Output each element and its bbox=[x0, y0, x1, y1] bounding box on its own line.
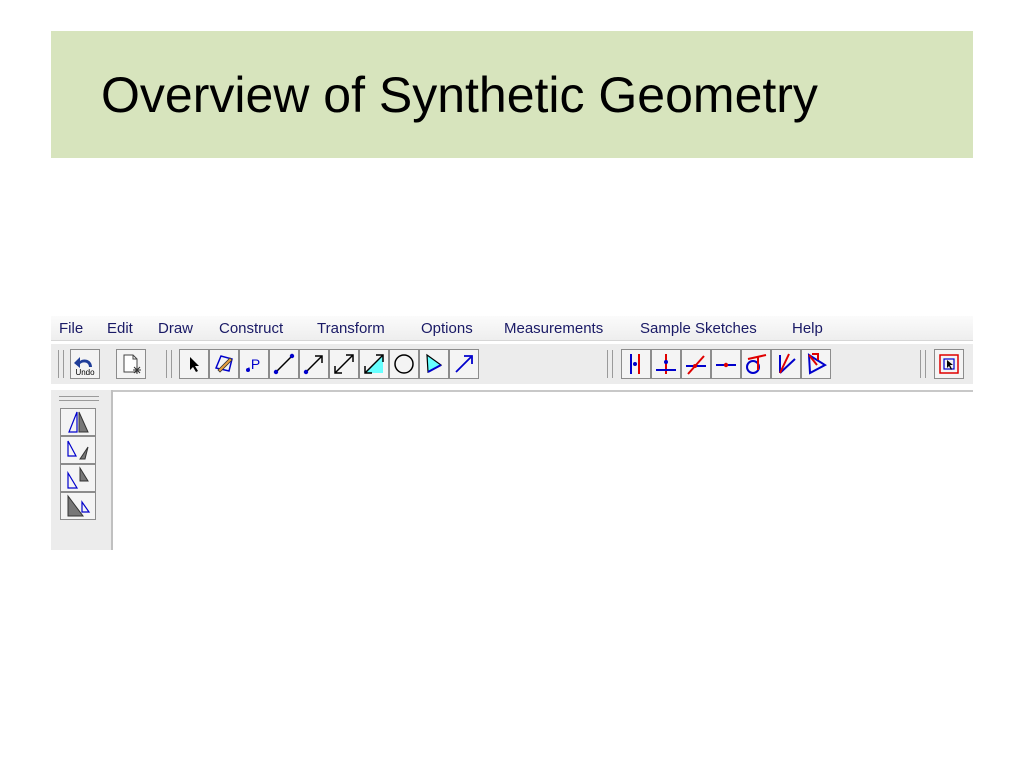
point-icon: .P bbox=[246, 356, 260, 372]
filled-polygon-icon bbox=[426, 353, 443, 373]
menu-transform[interactable]: Transform bbox=[317, 320, 385, 337]
line-tool-button[interactable] bbox=[329, 349, 359, 379]
reflect-button[interactable] bbox=[60, 408, 96, 436]
tangent-icon bbox=[746, 354, 767, 374]
menu-edit[interactable]: Edit bbox=[107, 320, 133, 337]
menu-help[interactable]: Help bbox=[792, 320, 823, 337]
arrow-icon bbox=[455, 355, 473, 373]
filled-polygon-tool-button[interactable] bbox=[419, 349, 449, 379]
perpendicular-bisector-icon bbox=[656, 354, 676, 374]
vector-icon bbox=[364, 354, 384, 374]
page-title: Overview of Synthetic Geometry bbox=[101, 67, 818, 123]
intersection-icon bbox=[686, 355, 706, 375]
geometry-app-window: File Edit Draw Construct Transform Optio… bbox=[51, 316, 973, 550]
angle-bisector-tool-button[interactable] bbox=[771, 349, 801, 379]
side-panel-border bbox=[111, 390, 113, 550]
tangent-tool-button[interactable] bbox=[741, 349, 771, 379]
perpendicular-icon bbox=[630, 354, 640, 374]
toolbar-grip[interactable] bbox=[166, 350, 172, 378]
menu-file[interactable]: File bbox=[59, 320, 83, 337]
polygon-tool-button[interactable] bbox=[209, 349, 239, 379]
vector-tool-button[interactable] bbox=[359, 349, 389, 379]
midpoint-icon bbox=[716, 362, 736, 368]
point-tool-button[interactable]: .P bbox=[239, 349, 269, 379]
segment-icon bbox=[273, 353, 295, 375]
midpoint-tool-button[interactable] bbox=[711, 349, 741, 379]
menu-measurements[interactable]: Measurements bbox=[504, 320, 603, 337]
intersection-tool-button[interactable] bbox=[681, 349, 711, 379]
transform-toolbar bbox=[51, 390, 111, 550]
selection-rectangle-button[interactable] bbox=[934, 349, 964, 379]
undo-label: Undo bbox=[75, 368, 95, 377]
select-arrow-icon bbox=[190, 357, 199, 372]
title-banner: Overview of Synthetic Geometry bbox=[51, 31, 973, 158]
rotate-button[interactable] bbox=[60, 436, 96, 464]
ray-tool-button[interactable] bbox=[299, 349, 329, 379]
circle-icon bbox=[394, 354, 414, 374]
menu-draw[interactable]: Draw bbox=[158, 320, 193, 337]
arrow-tool-button[interactable] bbox=[449, 349, 479, 379]
select-tool-button[interactable] bbox=[179, 349, 209, 379]
menu-construct[interactable]: Construct bbox=[219, 320, 283, 337]
segment-tool-button[interactable] bbox=[269, 349, 299, 379]
point-tool-label: .P bbox=[247, 356, 260, 372]
sketch-canvas-border bbox=[113, 390, 973, 392]
selection-rectangle-icon bbox=[939, 354, 959, 374]
rotate-icon bbox=[67, 440, 89, 460]
toolbar-grip[interactable] bbox=[607, 350, 613, 378]
menu-bar: File Edit Draw Construct Transform Optio… bbox=[51, 316, 973, 341]
new-sketch-icon bbox=[123, 354, 141, 374]
side-toolbar-grip[interactable] bbox=[59, 396, 99, 401]
dilate-button[interactable] bbox=[60, 492, 96, 520]
circle-tool-button[interactable] bbox=[389, 349, 419, 379]
line-icon bbox=[334, 354, 354, 374]
translate-button[interactable] bbox=[60, 464, 96, 492]
reflect-icon bbox=[68, 411, 89, 433]
perpendicular-tool-button[interactable] bbox=[621, 349, 651, 379]
triangle-angle-tool-button[interactable] bbox=[801, 349, 831, 379]
dilate-icon bbox=[67, 494, 91, 517]
triangle-angle-icon bbox=[807, 353, 827, 375]
toolbar-grip[interactable] bbox=[920, 350, 926, 378]
new-sketch-button[interactable] bbox=[116, 349, 146, 379]
translate-icon bbox=[67, 466, 89, 489]
toolbar: Undo .P bbox=[51, 344, 973, 384]
angle-bisector-icon bbox=[779, 353, 796, 374]
undo-button[interactable]: Undo bbox=[70, 349, 100, 379]
perpendicular-bisector-tool-button[interactable] bbox=[651, 349, 681, 379]
ray-icon bbox=[303, 355, 323, 375]
toolbar-grip[interactable] bbox=[58, 350, 64, 378]
polygon-pencil-icon bbox=[214, 355, 233, 373]
menu-sample-sketches[interactable]: Sample Sketches bbox=[640, 320, 757, 337]
menu-options[interactable]: Options bbox=[421, 320, 473, 337]
